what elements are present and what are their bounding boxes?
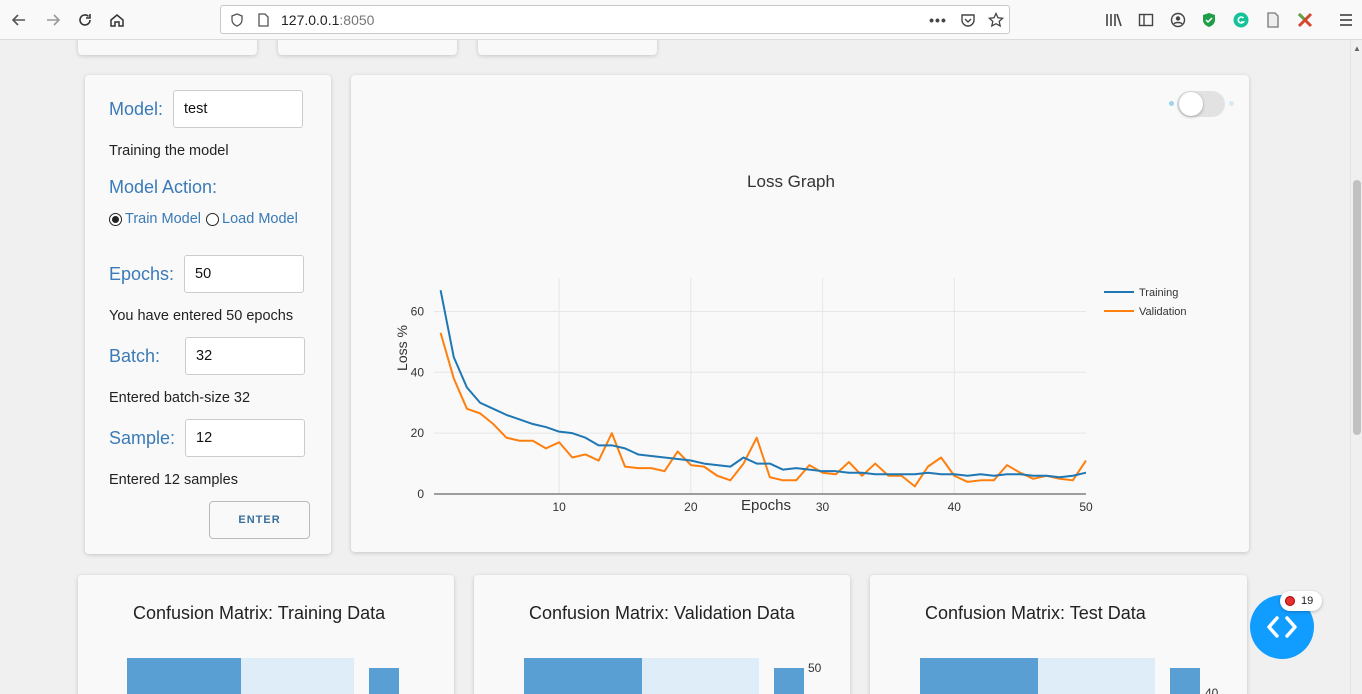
back-icon[interactable] (6, 7, 32, 33)
chart-title: Loss Graph (747, 172, 835, 191)
page-info-icon[interactable] (254, 11, 272, 29)
url-text: 127.0.0.1:8050 (281, 12, 375, 28)
grammarly-icon[interactable] (1232, 11, 1250, 29)
scroll-up-arrow-icon[interactable]: ▲ (1353, 44, 1361, 53)
top-card-3 (478, 40, 657, 55)
sample-status-text: Entered 12 samples (109, 472, 238, 488)
cm-validation-colorbar (774, 668, 804, 694)
x-axis-label: Epochs (741, 497, 791, 514)
epochs-status-text: You have entered 50 epochs (109, 308, 294, 324)
toggle-right-dot (1229, 101, 1234, 106)
loss-chart[interactable]: Loss Graph 10 20 30 40 50 0 20 40 60 Epochs Loss… (352, 160, 1248, 550)
reload-icon[interactable] (72, 7, 98, 33)
url-bar[interactable]: 127.0.0.1:8050 ••• (220, 5, 1010, 34)
model-action-radio-group: Train Model Load Model (109, 211, 298, 227)
load-model-radio[interactable] (206, 212, 220, 226)
menu-icon[interactable] (1337, 11, 1355, 29)
reader-icon[interactable] (1264, 11, 1282, 29)
page-actions-icon[interactable]: ••• (929, 11, 947, 29)
code-brackets-icon (1267, 616, 1297, 638)
sample-input[interactable]: 12 (185, 419, 305, 457)
account-icon[interactable] (1169, 11, 1187, 29)
dash-page: Model: test Training the model Model Act… (0, 40, 1350, 694)
adblock-shield-icon[interactable] (1200, 11, 1218, 29)
legend-label-training: Training (1139, 287, 1178, 299)
sidebar-icon[interactable] (1137, 11, 1155, 29)
model-label: Model: (109, 99, 164, 119)
pocket-icon[interactable] (959, 11, 977, 29)
tools-extension-icon[interactable] (1296, 11, 1314, 29)
batch-status-text: Entered batch-size 32 (109, 390, 251, 406)
shield-icon[interactable] (228, 11, 246, 29)
status-dot-icon (1285, 596, 1295, 606)
library-icon[interactable] (1105, 11, 1123, 29)
series-line-training (439, 289, 1087, 479)
batch-input[interactable]: 32 (185, 337, 305, 375)
cm-validation-colorbar-tick: 50 (808, 661, 822, 675)
train-model-radio[interactable] (109, 212, 122, 226)
legend-label-validation: Validation (1139, 306, 1187, 318)
load-model-label[interactable]: Load Model (222, 211, 298, 227)
y-tick-label: 20 (411, 426, 425, 440)
forward-icon[interactable] (40, 7, 66, 33)
cm-test-colorbar (1170, 668, 1200, 694)
chart-grid (434, 278, 1086, 495)
bookmark-star-icon[interactable] (987, 11, 1005, 29)
model-status-text: Training the model (109, 143, 229, 159)
y-tick-label: 40 (411, 365, 425, 379)
top-card-1 (78, 40, 257, 55)
vertical-scrollbar[interactable]: ▲ (1350, 40, 1362, 694)
scrollbar-thumb[interactable] (1353, 180, 1361, 435)
x-tick-label: 40 (948, 500, 962, 514)
cm-validation-cell-2 (642, 658, 759, 694)
cm-training-colorbar (369, 668, 399, 694)
x-tick-label: 30 (816, 500, 830, 514)
chart-legend[interactable]: Training Validation (1104, 287, 1187, 318)
cm-training-cell-1 (127, 658, 241, 694)
enter-button[interactable]: ENTER (209, 501, 310, 539)
toggle-left-dot (1169, 101, 1174, 106)
cm-test-title: Confusion Matrix: Test Data (925, 603, 1146, 623)
cm-test-cell-1 (920, 658, 1038, 694)
y-axis-label: Loss % (394, 325, 410, 371)
y-tick-label: 0 (417, 487, 424, 501)
sample-label: Sample: (109, 428, 176, 448)
train-model-label[interactable]: Train Model (125, 211, 201, 227)
top-card-2 (278, 40, 457, 55)
callback-count: 19 (1301, 595, 1314, 607)
cm-validation-cell-1 (524, 658, 642, 694)
cm-test-colorbar-tick: 40 (1205, 686, 1219, 694)
cm-validation-title: Confusion Matrix: Validation Data (529, 603, 795, 623)
x-tick-label: 50 (1079, 500, 1093, 514)
chart-ticks: 10 20 30 40 50 0 20 40 60 (411, 304, 1093, 514)
model-action-label: Model Action: (109, 177, 218, 197)
cm-training-title: Confusion Matrix: Training Data (133, 603, 386, 623)
y-tick-label: 60 (411, 304, 425, 318)
model-name-input[interactable]: test (173, 90, 303, 128)
batch-label: Batch: (109, 346, 161, 366)
toggle-knob[interactable] (1179, 92, 1203, 116)
epochs-label: Epochs: (109, 264, 175, 284)
x-tick-label: 20 (684, 500, 698, 514)
x-tick-label: 10 (552, 500, 566, 514)
callback-count-badge[interactable]: 19 (1280, 591, 1322, 611)
epochs-input[interactable]: 50 (184, 255, 304, 293)
browser-toolbar: 127.0.0.1:8050 ••• (0, 0, 1362, 40)
chart-lines (439, 289, 1087, 488)
home-icon[interactable] (104, 7, 130, 33)
cm-test-cell-2 (1038, 658, 1155, 694)
cm-training-cell-2 (241, 658, 354, 694)
